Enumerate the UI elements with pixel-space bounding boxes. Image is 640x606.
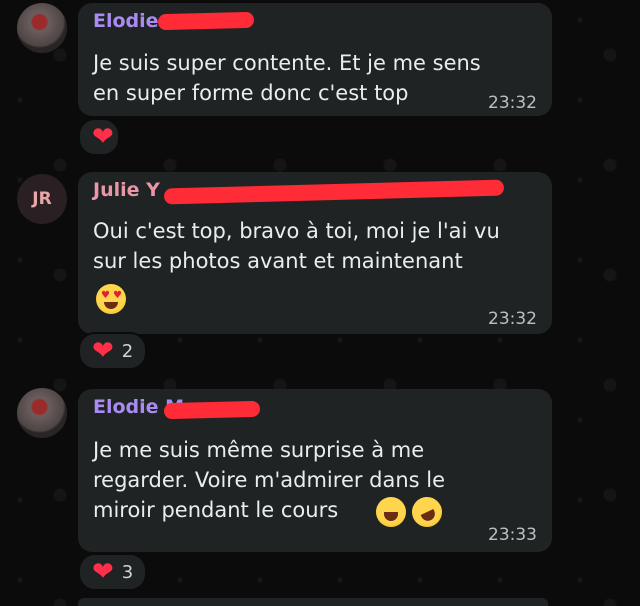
avatar-initials: JR xyxy=(32,189,52,209)
message-time: 23:33 xyxy=(488,525,537,545)
heart-eyes-emoji: ♥ ♥ xyxy=(94,284,126,314)
avatar-julie[interactable]: JR xyxy=(17,174,67,224)
redaction-mark xyxy=(163,179,505,205)
message-bubble-3[interactable]: Elodie M Je me suis même surprise à me r… xyxy=(78,389,552,552)
rolling-laughing-emoji xyxy=(407,492,447,532)
sender-name[interactable]: Elodie xyxy=(93,10,159,32)
heart-icon: ❤ xyxy=(92,557,114,587)
grin-sweat-emoji xyxy=(376,497,406,527)
reaction-pill-1[interactable]: ❤ xyxy=(78,118,120,156)
sender-name[interactable]: Julie Y xyxy=(93,179,160,201)
heart-icon: ❤ xyxy=(92,122,114,152)
reaction-count: 3 xyxy=(121,561,134,583)
message-time: 23:32 xyxy=(488,309,537,329)
message-bubble-1[interactable]: Elodie Je suis super contente. Et je me … xyxy=(78,3,552,116)
redaction-mark xyxy=(163,400,261,420)
next-message-bubble xyxy=(78,598,548,606)
reaction-pill-2[interactable]: ❤ 2 xyxy=(78,332,148,370)
message-text: Oui c'est top, bravo à toi, moi je l'ai … xyxy=(93,219,500,273)
message-emojis xyxy=(374,492,447,532)
redaction-mark xyxy=(157,11,255,31)
heart-icon: ❤ xyxy=(92,336,114,366)
avatar-elodie[interactable] xyxy=(17,388,67,438)
message-bubble-2[interactable]: Julie Y Oui c'est top, bravo à toi, moi … xyxy=(78,172,552,334)
avatar-elodie[interactable] xyxy=(17,3,67,53)
message-time: 23:32 xyxy=(488,93,537,113)
reaction-count: 2 xyxy=(121,340,134,362)
message-text: Je suis super contente. Et je me sens en… xyxy=(93,51,481,105)
reaction-pill-3[interactable]: ❤ 3 xyxy=(78,553,148,591)
